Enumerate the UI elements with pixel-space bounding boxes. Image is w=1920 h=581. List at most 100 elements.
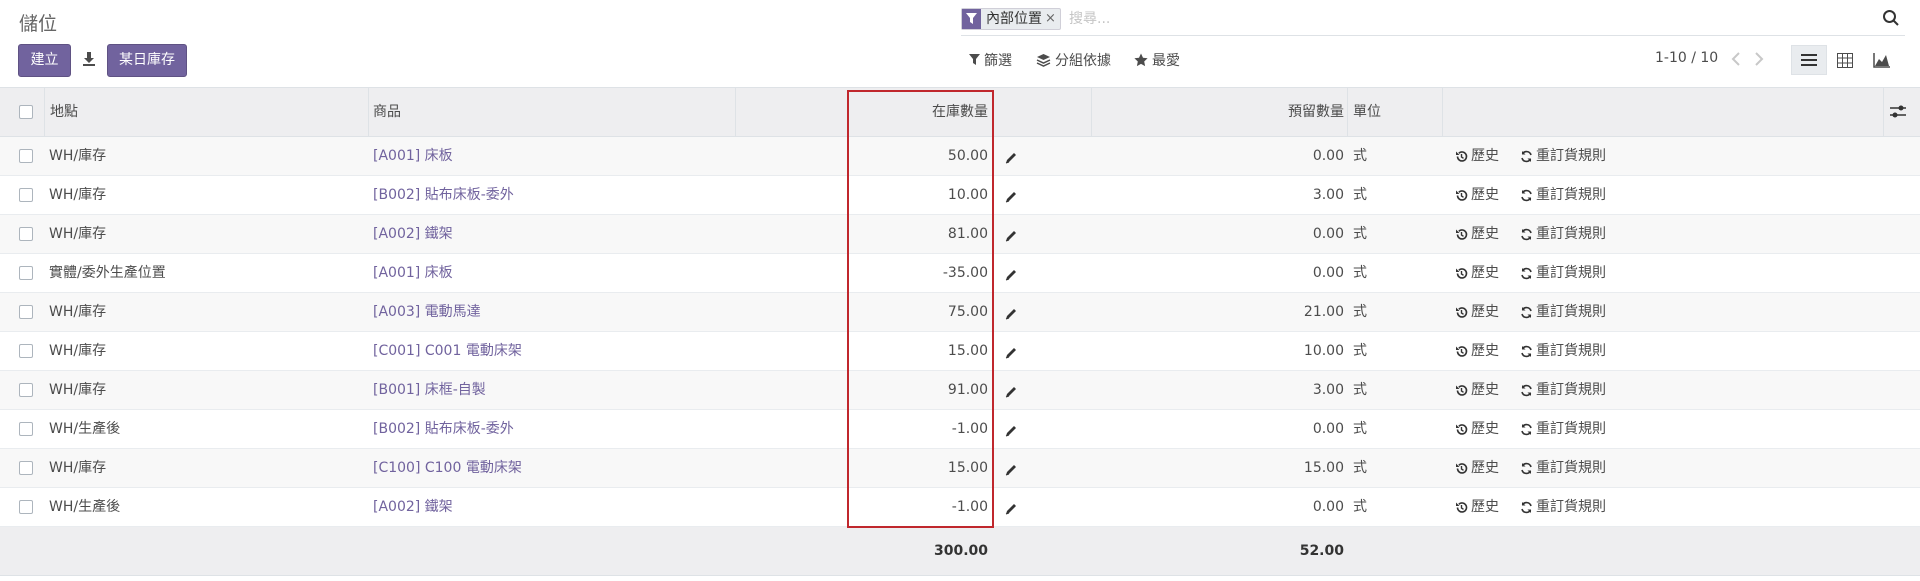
reordering-rules-button[interactable]: 重訂貨規則 [1520,176,1606,214]
row-checkbox[interactable] [19,305,33,319]
reordering-rules-button[interactable]: 重訂貨規則 [1520,215,1606,253]
on-hand-cell[interactable]: 15.00 [948,449,988,487]
history-label: 歷史 [1471,382,1499,398]
row-checkbox[interactable] [19,149,33,163]
pencil-icon[interactable] [1004,229,1018,243]
groupby-button[interactable]: 分組依據 [1036,50,1111,70]
row-checkbox[interactable] [19,500,33,514]
pencil-icon[interactable] [1004,307,1018,321]
on-hand-cell[interactable]: 75.00 [948,293,988,331]
pencil-icon[interactable] [1004,463,1018,477]
on-hand-cell[interactable]: -1.00 [952,410,988,448]
row-checkbox[interactable] [19,383,33,397]
pencil-icon[interactable] [1004,346,1018,360]
reordering-rules-button[interactable]: 重訂貨規則 [1520,293,1606,331]
pager-value[interactable]: 1-10 / 10 [1655,50,1718,66]
reserved-cell: 0.00 [1312,499,1344,515]
product-cell[interactable]: [B002] 貼布床板-委外 [373,410,514,448]
column-header-uom[interactable]: 單位 [1353,88,1381,137]
history-button[interactable]: 歷史 [1455,332,1499,370]
table-row[interactable]: WH/庫存 [A002] 鐵架 81.00 0.00 式 歷史 重訂貨規則 [0,215,1920,254]
table-row[interactable]: WH/庫存 [C001] C001 電動床架 15.00 10.00 式 歷史 … [0,332,1920,371]
history-button[interactable]: 歷史 [1455,215,1499,253]
product-cell[interactable]: [A001] 床板 [373,137,453,175]
column-header-location[interactable]: 地點 [50,88,78,137]
row-checkbox[interactable] [19,461,33,475]
list-view-button[interactable] [1791,45,1827,75]
reordering-rules-button[interactable]: 重訂貨規則 [1520,254,1606,292]
facet-remove-button[interactable]: × [1045,9,1060,29]
history-button[interactable]: 歷史 [1455,254,1499,292]
history-button[interactable]: 歷史 [1455,176,1499,214]
history-button[interactable]: 歷史 [1455,410,1499,448]
column-header-product[interactable]: 商品 [373,88,401,137]
on-hand-cell[interactable]: -35.00 [943,254,988,292]
product-cell[interactable]: [C100] C100 電動床架 [373,449,522,487]
filter-icon [969,54,980,65]
product-cell[interactable]: [A001] 床板 [373,254,453,292]
product-cell[interactable]: [A003] 電動馬達 [373,293,481,331]
pencil-icon[interactable] [1004,268,1018,282]
select-all-checkbox[interactable] [19,105,33,119]
row-checkbox[interactable] [19,227,33,241]
row-checkbox[interactable] [19,188,33,202]
on-hand-cell[interactable]: 15.00 [948,332,988,370]
filters-button[interactable]: 篩選 [969,50,1012,70]
inventory-at-date-button[interactable]: 某日庫存 [107,44,187,77]
column-header-on-hand[interactable]: 在庫數量 [932,88,988,137]
pencil-icon[interactable] [1004,385,1018,399]
create-button[interactable]: 建立 [18,44,71,77]
reordering-rules-button[interactable]: 重訂貨規則 [1520,332,1606,370]
column-header-reserved[interactable]: 預留數量 [1288,88,1344,137]
row-checkbox[interactable] [19,422,33,436]
reordering-rules-button[interactable]: 重訂貨規則 [1520,449,1606,487]
pivot-view-button[interactable] [1827,45,1863,75]
table-row[interactable]: WH/生產後 [A002] 鐵架 -1.00 0.00 式 歷史 重訂貨規則 [0,488,1920,527]
row-checkbox[interactable] [19,344,33,358]
table-row[interactable]: 實體/委外生產位置 [A001] 床板 -35.00 0.00 式 歷史 重訂貨… [0,254,1920,293]
product-cell[interactable]: [B001] 床框-自製 [373,371,486,409]
history-button[interactable]: 歷史 [1455,449,1499,487]
reserved-cell: 0.00 [1312,148,1344,164]
on-hand-cell[interactable]: 81.00 [948,215,988,253]
history-button[interactable]: 歷史 [1455,137,1499,175]
row-checkbox[interactable] [19,266,33,280]
on-hand-cell[interactable]: 50.00 [948,137,988,175]
history-label: 歷史 [1471,187,1499,203]
pencil-icon[interactable] [1004,424,1018,438]
pencil-icon[interactable] [1004,502,1018,516]
optional-columns-icon[interactable] [1890,104,1906,120]
reserved-cell: 0.00 [1312,421,1344,437]
table-row[interactable]: WH/庫存 [A003] 電動馬達 75.00 21.00 式 歷史 重訂貨規則 [0,293,1920,332]
search-icon[interactable] [1882,9,1900,27]
search-input[interactable] [1069,8,1669,30]
pencil-icon[interactable] [1004,190,1018,204]
pencil-icon[interactable] [1004,151,1018,165]
reordering-rules-button[interactable]: 重訂貨規則 [1520,371,1606,409]
favorites-button[interactable]: 最愛 [1134,50,1180,70]
reordering-rules-label: 重訂貨規則 [1536,148,1606,164]
graph-view-button[interactable] [1863,45,1899,75]
history-button[interactable]: 歷史 [1455,371,1499,409]
reordering-rules-button[interactable]: 重訂貨規則 [1520,488,1606,526]
product-cell[interactable]: [C001] C001 電動床架 [373,332,522,370]
table-row[interactable]: WH/庫存 [B001] 床框-自製 91.00 3.00 式 歷史 重訂貨規則 [0,371,1920,410]
history-button[interactable]: 歷史 [1455,293,1499,331]
table-row[interactable]: WH/生產後 [B002] 貼布床板-委外 -1.00 0.00 式 歷史 重訂… [0,410,1920,449]
product-cell[interactable]: [A002] 鐵架 [373,215,453,253]
list-icon [1801,54,1817,66]
history-button[interactable]: 歷史 [1455,488,1499,526]
on-hand-cell[interactable]: 91.00 [948,371,988,409]
chevron-right-icon[interactable] [1753,50,1765,68]
chevron-left-icon[interactable] [1730,50,1742,68]
on-hand-cell[interactable]: 10.00 [948,176,988,214]
table-row[interactable]: WH/庫存 [A001] 床板 50.00 0.00 式 歷史 重訂貨規則 [0,137,1920,176]
download-icon[interactable] [81,50,97,68]
table-row[interactable]: WH/庫存 [C100] C100 電動床架 15.00 15.00 式 歷史 … [0,449,1920,488]
reordering-rules-button[interactable]: 重訂貨規則 [1520,137,1606,175]
table-row[interactable]: WH/庫存 [B002] 貼布床板-委外 10.00 3.00 式 歷史 重訂貨… [0,176,1920,215]
on-hand-cell[interactable]: -1.00 [952,488,988,526]
product-cell[interactable]: [A002] 鐵架 [373,488,453,526]
reordering-rules-button[interactable]: 重訂貨規則 [1520,410,1606,448]
product-cell[interactable]: [B002] 貼布床板-委外 [373,176,514,214]
